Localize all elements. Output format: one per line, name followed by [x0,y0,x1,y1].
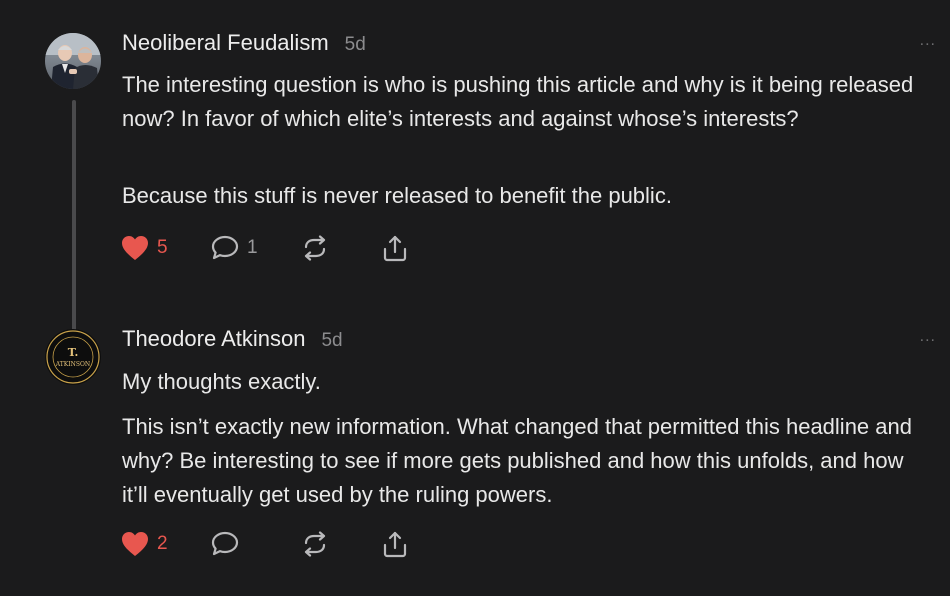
heart-icon [122,532,148,556]
comment-thread: Neoliberal Feudalism 5d ... The interest… [0,0,950,596]
more-dots-icon[interactable]: ... [920,33,936,49]
author-name[interactable]: Neoliberal Feudalism [122,30,329,56]
share-icon [383,531,407,558]
reply-button[interactable]: 1 [211,235,301,261]
like-button[interactable]: 2 [121,531,211,557]
reply-button[interactable] [211,531,301,557]
comment-paragraph: My thoughts exactly. [122,369,321,394]
author-name[interactable]: Theodore Atkinson [122,326,305,352]
avatar-initial: T. [68,346,79,359]
like-button[interactable]: 5 [121,235,211,261]
comment-actions: 5 1 [121,234,409,262]
comment-actions: 2 [121,530,409,558]
restack-icon [304,531,326,557]
comment-bubble-icon [211,531,239,556]
comment-bubble-icon [211,235,239,260]
heart-icon [122,236,148,260]
share-button[interactable] [381,234,409,262]
share-button[interactable] [381,530,409,558]
comment-time[interactable]: 5d [345,34,366,56]
share-icon [383,235,407,262]
thread-line [72,100,76,340]
comment-header: Theodore Atkinson 5d [122,326,343,352]
restack-icon [304,235,326,261]
like-count: 5 [157,237,168,258]
avatar[interactable] [45,33,101,89]
avatar[interactable]: T. ATKINSON [45,329,101,385]
comment-paragraph: The interesting question is who is pushi… [122,72,914,131]
restack-button[interactable] [301,531,381,557]
more-dots-icon[interactable]: ... [920,329,936,345]
avatar-name: ATKINSON [55,361,90,368]
comment-time[interactable]: 5d [321,330,342,352]
reply-count: 1 [247,237,258,258]
comment-paragraph: This isn’t exactly new information. What… [122,414,912,507]
comment-paragraph: Because this stuff is never released to … [122,183,672,208]
like-count: 2 [157,533,168,554]
restack-button[interactable] [301,235,381,261]
comment-header: Neoliberal Feudalism 5d [122,30,366,56]
